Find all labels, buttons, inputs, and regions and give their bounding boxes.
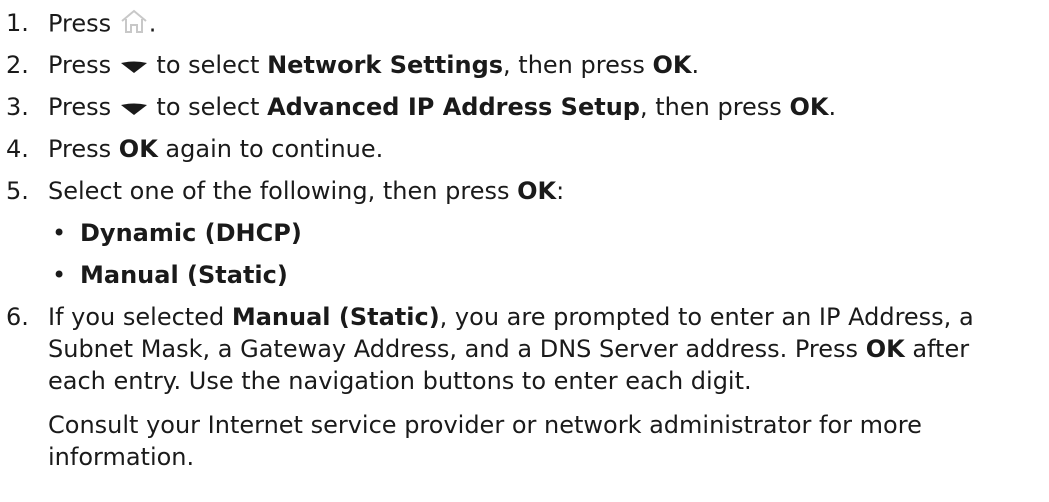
step-text-part: to select — [148, 93, 268, 121]
step-text-part: to select — [148, 51, 268, 79]
step-text-part: : — [556, 177, 565, 205]
step-text: Select one of the following, then press … — [48, 176, 564, 206]
step-text-part: Press — [48, 9, 119, 38]
step-text-part: Press — [48, 135, 119, 163]
step-text: If you selected Manual (Static), you are… — [48, 302, 974, 332]
step-text-part: If you selected — [48, 303, 232, 331]
step-text-part: Press — [48, 51, 119, 79]
step-number: 5. — [6, 177, 29, 205]
ok-label: OK — [865, 335, 905, 363]
step-number: 2. — [6, 51, 29, 79]
menu-option-label: Advanced IP Address Setup — [267, 93, 640, 121]
step-text: Press . — [48, 8, 156, 41]
step-number: 6. — [6, 303, 29, 331]
step-text-part: . — [691, 51, 700, 79]
down-arrow-icon — [119, 93, 149, 123]
step-text-part: Select one of the following, then press — [48, 177, 518, 205]
step-text: Subnet Mask, a Gateway Address, and a DN… — [48, 334, 969, 364]
note-text: Consult your Internet service provider o… — [48, 411, 922, 439]
option-label: Dynamic (DHCP) — [80, 219, 302, 247]
step-text-part: . — [148, 9, 157, 38]
ok-label: OK — [789, 93, 829, 121]
instructions-document: 1. Press . 2. Press to select Network Se… — [0, 0, 1049, 502]
ok-label: OK — [652, 51, 692, 79]
option-label: Manual (Static) — [80, 261, 288, 289]
ok-label: OK — [118, 135, 158, 163]
menu-option-label: Network Settings — [267, 51, 504, 79]
down-arrow-icon — [119, 51, 149, 81]
step-number: 4. — [6, 135, 29, 163]
step-number: 3. — [6, 93, 29, 121]
step-text-part: . — [828, 93, 837, 121]
step-text-part: , you are prompted to enter an IP Addres… — [439, 303, 974, 331]
step-text-part: after — [904, 335, 970, 363]
step-text: Press to select Network Settings, then p… — [48, 50, 699, 81]
step-number: 1. — [6, 9, 29, 37]
option-label: Manual (Static) — [231, 303, 440, 331]
home-icon — [119, 8, 149, 41]
bullet: • — [52, 219, 67, 247]
step-text-part: , then press — [639, 93, 790, 121]
step-text: each entry. Use the navigation buttons t… — [48, 367, 752, 395]
step-text: Press to select Advanced IP Address Setu… — [48, 92, 836, 123]
step-text-part: Subnet Mask, a Gateway Address, and a DN… — [48, 335, 866, 363]
step-text-part: , then press — [503, 51, 653, 79]
note-text: information. — [48, 443, 195, 471]
step-text: Press OK again to continue. — [48, 134, 383, 164]
bullet: • — [52, 261, 67, 289]
ok-label: OK — [517, 177, 557, 205]
step-text-part: again to continue. — [157, 135, 384, 163]
step-text-part: Press — [48, 93, 119, 121]
